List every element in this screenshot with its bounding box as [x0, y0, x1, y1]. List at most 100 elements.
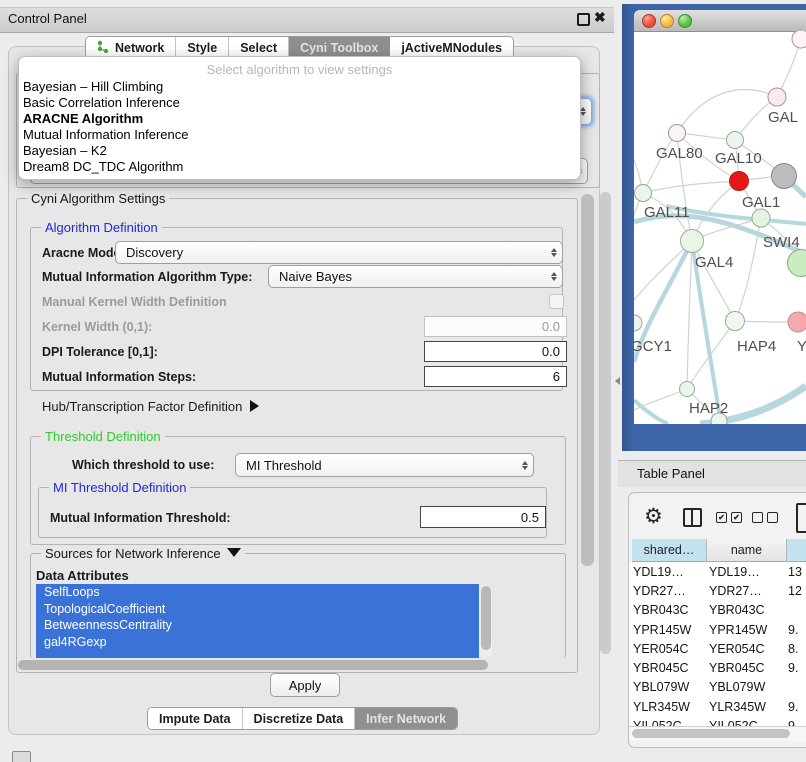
network-node-gcy1[interactable]: [634, 315, 642, 331]
deselect-all-checkboxes-icon[interactable]: [752, 512, 778, 523]
table-hscrollbar[interactable]: [629, 726, 806, 741]
network-node-label: GAL1: [742, 194, 780, 211]
mi-type-combo[interactable]: Naive Bayes: [268, 265, 563, 288]
table-header-shared-name[interactable]: shared…: [632, 539, 707, 562]
data-attributes-label: Data Attributes: [36, 568, 129, 583]
network-node-swi4[interactable]: [788, 250, 806, 277]
which-threshold-label: Which threshold to use:: [72, 458, 214, 472]
table-settings-gear-icon[interactable]: ⚙: [644, 504, 663, 528]
network-edge: [634, 389, 687, 410]
splitter-handle[interactable]: [615, 377, 620, 385]
panel-view-icon[interactable]: [796, 503, 806, 533]
table-row[interactable]: YBR043CYBR043C: [629, 601, 806, 620]
attribute-item-gal4rgexp[interactable]: gal4RGexp: [36, 634, 479, 651]
network-edge: [634, 241, 692, 300]
algorithm-dropdown-items: Bayesian – Hill ClimbingBasic Correlatio…: [23, 79, 576, 175]
network-node[interactable]: [792, 31, 806, 48]
table-row[interactable]: YIL052CYIL052C9: [629, 716, 806, 726]
table-row[interactable]: YER054CYER054C8.: [629, 639, 806, 658]
network-edge: [643, 133, 677, 193]
dock-panel-icon[interactable]: [12, 751, 31, 762]
aracne-mode-combo[interactable]: Discovery: [115, 241, 563, 264]
window-close-button[interactable]: [642, 14, 656, 28]
settings-vscrollbar-thumb[interactable]: [581, 194, 594, 566]
attributes-scrollbar[interactable]: [479, 584, 492, 658]
network-node-gal80[interactable]: [669, 125, 686, 142]
network-node-y[interactable]: [788, 312, 806, 332]
table-row[interactable]: YDL19…YDL19…13: [629, 562, 806, 581]
table-row[interactable]: YBL079WYBL079W: [629, 678, 806, 697]
mi-threshold-group-title: MI Threshold Definition: [49, 480, 190, 495]
table-panel-title: Table Panel: [637, 466, 705, 481]
algorithm-dropdown-placeholder: Select algorithm to view settings: [19, 62, 580, 77]
select-all-checkboxes-icon[interactable]: ✔✔: [716, 512, 742, 523]
network-node-label: GAL10: [715, 150, 762, 167]
network-node[interactable]: [772, 164, 797, 189]
kernel-width-label: Kernel Width (0,1):: [42, 320, 152, 334]
table-header-name[interactable]: name: [707, 539, 787, 562]
which-threshold-combo[interactable]: MI Threshold: [235, 453, 534, 477]
network-edge: [687, 241, 692, 389]
expand-right-icon: [250, 400, 259, 412]
dropdown-item-bayesian-hill-climbing[interactable]: Bayesian – Hill Climbing: [23, 79, 576, 95]
tab-network[interactable]: Network: [86, 37, 176, 58]
table-row[interactable]: YBR045CYBR045C9.: [629, 658, 806, 677]
network-node-gal11[interactable]: [635, 185, 652, 202]
sources-title-toggle[interactable]: Sources for Network Inference: [41, 546, 245, 561]
window-zoom-button[interactable]: [678, 14, 692, 28]
hub-definition-toggle[interactable]: Hub/Transcription Factor Definition: [42, 399, 259, 414]
network-node-label: GCY1: [634, 338, 672, 355]
table-hscrollbar-thumb[interactable]: [632, 729, 790, 738]
dropdown-item-bayesian-k2[interactable]: Bayesian – K2: [23, 143, 576, 159]
float-window-icon[interactable]: [577, 13, 590, 26]
network-node-label: GAL: [768, 109, 798, 126]
network-canvas[interactable]: GALGAL80GAL10GAL1SWI4GAL11GAL4GCY1HAP4YH…: [634, 31, 806, 424]
table-row[interactable]: YLR345WYLR345W9.: [629, 697, 806, 716]
tab-discretize-data[interactable]: Discretize Data: [243, 708, 356, 729]
attributes-scrollbar-thumb[interactable]: [481, 586, 491, 650]
network-node-gal4[interactable]: [681, 230, 704, 253]
dropdown-item-basic-correlation-inference[interactable]: Basic Correlation Inference: [23, 95, 576, 111]
dropdown-item-dream8-dc-tdc-algorithm[interactable]: Dream8 DC_TDC Algorithm: [23, 159, 576, 175]
network-edge: [643, 181, 739, 193]
tab-cyni-toolbox[interactable]: Cyni Toolbox: [289, 37, 390, 58]
network-node-hap2[interactable]: [680, 382, 695, 397]
manual-kernel-checkbox[interactable]: [549, 294, 564, 309]
table-rows: YDL19…YDL19…13YDR27…YDR27…12YBR043CYBR04…: [629, 562, 806, 726]
app-root: Control Panel ✖ NetworkStyleSelectCyni T…: [0, 0, 806, 762]
manual-kernel-label: Manual Kernel Width Definition: [42, 295, 227, 309]
mi-threshold-label: Mutual Information Threshold:: [50, 511, 231, 525]
table-row[interactable]: YDR27…YDR27…12: [629, 581, 806, 600]
attribute-item-betweennesscentrality[interactable]: BetweennessCentrality: [36, 617, 479, 634]
network-node-gal1[interactable]: [752, 209, 770, 227]
kernel-width-field[interactable]: [424, 316, 567, 337]
table-row[interactable]: YPR145WYPR145W9.: [629, 620, 806, 639]
network-node-hap4[interactable]: [726, 312, 745, 331]
apply-button[interactable]: Apply: [270, 673, 340, 697]
table-header-clipped[interactable]: [787, 539, 806, 562]
network-node-gal10[interactable]: [727, 132, 744, 149]
tab-select[interactable]: Select: [229, 37, 289, 58]
mi-steps-label: Mutual Information Steps:: [42, 370, 196, 384]
window-minimize-button[interactable]: [660, 14, 674, 28]
dropdown-item-mutual-information-inference[interactable]: Mutual Information Inference: [23, 127, 576, 143]
control-panel-titlebar: [0, 7, 614, 33]
attribute-item-selfloops[interactable]: SelfLoops: [36, 584, 479, 601]
network-icon: [97, 40, 115, 56]
panel-vscrollbar-thumb[interactable]: [600, 192, 611, 654]
mi-steps-field[interactable]: [424, 366, 567, 387]
table-columns-icon[interactable]: [683, 508, 702, 527]
mi-threshold-field[interactable]: [420, 506, 546, 528]
dropdown-item-aracne-algorithm[interactable]: ARACNE Algorithm: [23, 111, 576, 127]
tab-infer-network[interactable]: Infer Network: [355, 708, 457, 729]
network-node-gal[interactable]: [768, 88, 786, 106]
tab-jactivemnodules[interactable]: jActiveMNodules: [390, 37, 513, 58]
attribute-item-topologicalcoefficient[interactable]: TopologicalCoefficient: [36, 601, 479, 618]
dpi-tolerance-field[interactable]: [424, 341, 567, 362]
tab-style[interactable]: Style: [176, 37, 229, 58]
network-edge-thick: [634, 400, 668, 424]
tab-impute-data[interactable]: Impute Data: [148, 708, 243, 729]
network-node[interactable]: [730, 172, 749, 191]
close-icon[interactable]: ✖: [594, 9, 606, 26]
settings-hscrollbar-thumb[interactable]: [18, 660, 488, 670]
